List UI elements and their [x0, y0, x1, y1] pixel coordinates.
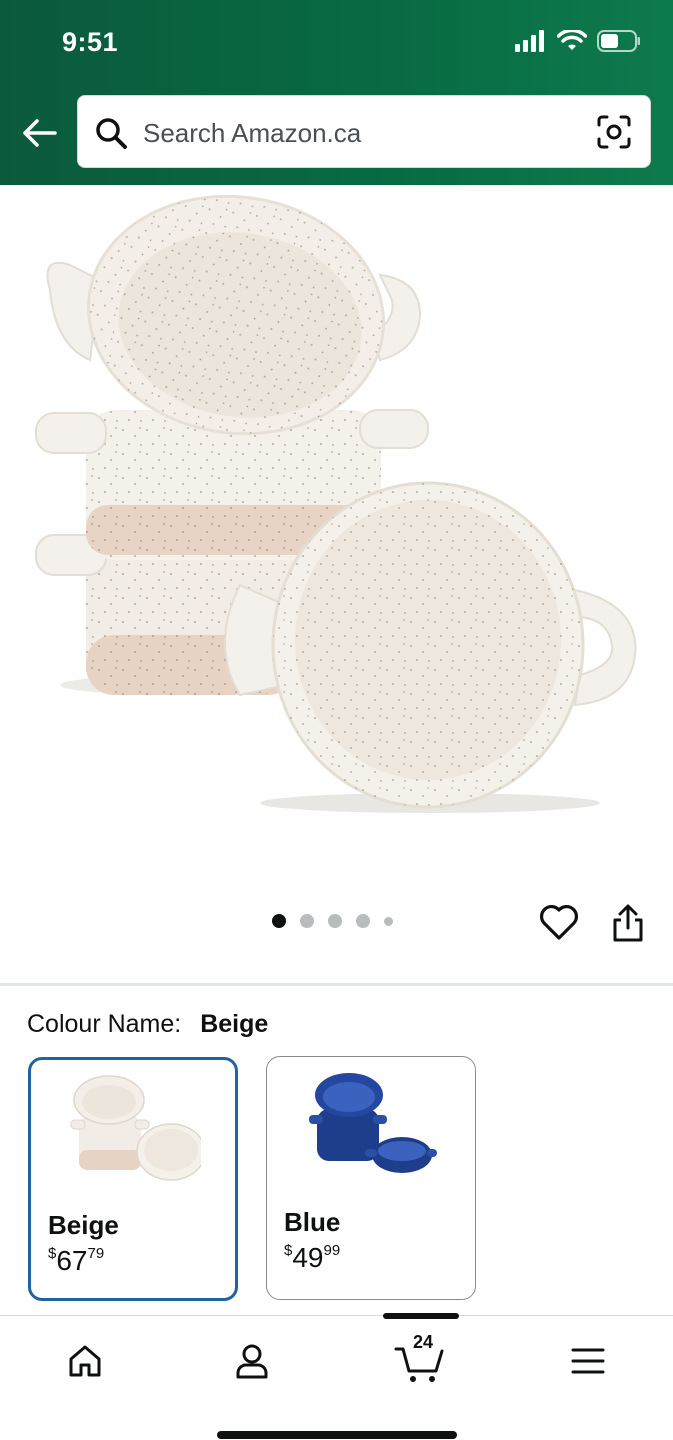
beige-bowls-thumbnail — [70, 1075, 201, 1181]
carousel-dot[interactable] — [328, 914, 342, 928]
status-time: 9:51 — [62, 27, 119, 57]
colour-name-row: Colour Name: Beige — [27, 1010, 268, 1039]
search-input[interactable]: Search Amazon.ca — [77, 95, 651, 168]
swatch-name: Blue — [284, 1207, 341, 1237]
camera-lens-icon[interactable] — [596, 114, 632, 150]
cart-count-badge: 24 — [413, 1332, 434, 1352]
menu-icon — [571, 1348, 605, 1374]
arrow-left-icon — [23, 119, 57, 147]
share-icon[interactable] — [608, 902, 648, 944]
carousel-dot[interactable] — [300, 914, 314, 928]
status-icons — [515, 30, 641, 52]
signal-icon — [515, 30, 544, 52]
carousel-dot[interactable] — [356, 914, 370, 928]
product-image[interactable] — [0, 185, 673, 885]
nav-home[interactable] — [55, 1336, 115, 1386]
swatch-price: $6779 — [48, 1245, 105, 1276]
swatch-name: Beige — [48, 1210, 119, 1240]
search-placeholder: Search Amazon.ca — [143, 118, 362, 148]
nav-menu[interactable] — [558, 1336, 618, 1386]
account-icon — [236, 1344, 268, 1379]
section-divider — [0, 983, 673, 986]
swatch-price: $4999 — [284, 1242, 341, 1273]
app-header: 9:51 Search Amazon.ca — [0, 0, 673, 185]
colour-option-blue[interactable]: Blue $4999 — [266, 1056, 476, 1300]
home-icon — [69, 1345, 101, 1377]
image-carousel-dots — [272, 914, 393, 928]
battery-icon — [597, 30, 640, 52]
back-button[interactable] — [18, 110, 60, 156]
nav-account[interactable] — [222, 1336, 282, 1386]
carousel-dot[interactable] — [384, 916, 393, 926]
blue-bowls-thumbnail — [309, 1073, 437, 1173]
search-icon — [96, 118, 127, 149]
colour-option-beige[interactable]: Beige $6779 — [28, 1057, 238, 1301]
carousel-dot[interactable] — [272, 914, 286, 928]
bottom-nav — [0, 1313, 673, 1440]
active-tab-indicator — [383, 1313, 459, 1319]
colour-name-value: Beige — [200, 1010, 269, 1038]
colour-name-label: Colour Name: — [27, 1010, 182, 1038]
home-indicator — [217, 1431, 457, 1439]
wifi-icon — [557, 30, 587, 50]
heart-icon[interactable] — [538, 902, 580, 942]
